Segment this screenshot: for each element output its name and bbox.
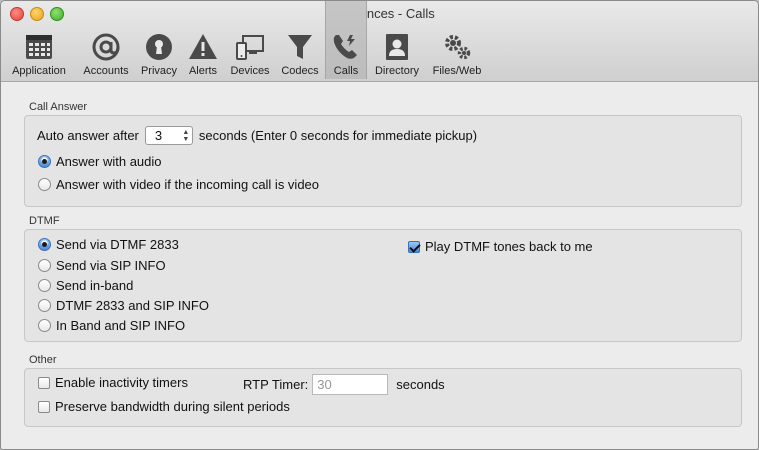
in-band-option[interactable]: Send in-band: [38, 278, 133, 293]
phone-icon: [333, 35, 357, 59]
call-answer-section-label: Call Answer: [29, 101, 88, 113]
in-band-and-sip-info-radio[interactable]: [38, 319, 51, 332]
warning-icon: [189, 34, 217, 59]
answer-with-video-option[interactable]: Answer with video if the incoming call i…: [38, 177, 319, 192]
play-dtmf-tones-label: Play DTMF tones back to me: [425, 239, 593, 254]
preserve-bandwidth-option[interactable]: Preserve bandwidth during silent periods: [38, 399, 290, 414]
title-bar: Preferences - Calls Application Accounts…: [1, 1, 758, 82]
window-title: Preferences - Calls: [324, 6, 435, 21]
play-dtmf-tones-checkbox[interactable]: [408, 240, 420, 253]
tab-codecs[interactable]: Codecs: [278, 29, 322, 79]
play-dtmf-tones-option[interactable]: Play DTMF tones back to me: [408, 239, 593, 254]
auto-answer-stepper[interactable]: 3 ▲ ▼: [144, 126, 193, 145]
preserve-bandwidth-checkbox[interactable]: [38, 400, 50, 413]
tab-application[interactable]: Application: [6, 29, 72, 79]
auto-answer-row: Auto answer after 3 ▲ ▼ seconds (Enter 0 …: [37, 126, 477, 145]
dtmf-group: Send via DTMF 2833 Send via SIP INFO Sen…: [24, 229, 742, 342]
tab-application-label: Application: [12, 65, 66, 77]
inactivity-timers-option[interactable]: Enable inactivity timers: [38, 375, 188, 390]
answer-with-audio-option[interactable]: Answer with audio: [38, 154, 162, 169]
tab-devices-label: Devices: [230, 65, 270, 77]
keyhole-icon: [146, 34, 172, 60]
sip-info-label: Send via SIP INFO: [56, 258, 166, 273]
tab-calls-label: Calls: [333, 65, 359, 77]
dtmf-2833-option[interactable]: Send via DTMF 2833: [38, 237, 179, 252]
in-band-label: Send in-band: [56, 278, 134, 293]
answer-with-video-radio[interactable]: [38, 178, 51, 191]
rtp-timer-label: RTP Timer:: [243, 377, 309, 392]
in-band-and-sip-info-option[interactable]: In Band and SIP INFO: [38, 318, 185, 333]
auto-answer-suffix: seconds (Enter 0 seconds for immediate p…: [198, 128, 478, 143]
dtmf-2833-radio[interactable]: [38, 238, 51, 251]
answer-with-audio-label: Answer with audio: [56, 154, 162, 169]
tab-directory[interactable]: Directory: [369, 29, 425, 79]
tab-alerts-label: Alerts: [188, 65, 218, 77]
in-band-radio[interactable]: [38, 279, 51, 292]
sip-info-radio[interactable]: [38, 259, 51, 272]
auto-answer-prefix: Auto answer after: [37, 128, 139, 143]
calendar-grid-icon: [26, 35, 52, 59]
tab-files-web[interactable]: Files/Web: [429, 29, 485, 79]
stepper-arrows-icon[interactable]: ▲ ▼: [180, 129, 192, 143]
inactivity-timers-checkbox[interactable]: [38, 376, 50, 389]
dtmf-2833-and-sip-info-radio[interactable]: [38, 299, 51, 312]
tab-privacy[interactable]: Privacy: [138, 29, 180, 79]
at-sign-icon: [92, 33, 120, 61]
preserve-bandwidth-label: Preserve bandwidth during silent periods: [55, 399, 290, 414]
rtp-timer-input[interactable]: [312, 374, 389, 395]
tab-directory-label: Directory: [374, 65, 419, 77]
answer-with-video-label: Answer with video if the incoming call i…: [56, 177, 320, 192]
auto-answer-value: 3: [154, 128, 163, 143]
rtp-timer-row: RTP Timer: seconds: [243, 374, 445, 395]
tab-alerts[interactable]: Alerts: [184, 29, 222, 79]
call-answer-group: Auto answer after 3 ▲ ▼ seconds (Enter 0 …: [24, 115, 742, 207]
tab-calls[interactable]: Calls: [325, 1, 367, 79]
sip-info-option[interactable]: Send via SIP INFO: [38, 258, 166, 273]
dtmf-2833-and-sip-info-option[interactable]: DTMF 2833 and SIP INFO: [38, 298, 209, 313]
answer-with-audio-radio[interactable]: [38, 155, 51, 168]
dtmf-2833-label: Send via DTMF 2833: [56, 237, 179, 252]
preferences-window: Preferences - Calls Application Accounts…: [0, 0, 759, 450]
tab-codecs-label: Codecs: [281, 65, 319, 77]
in-band-and-sip-info-label: In Band and SIP INFO: [56, 318, 186, 333]
tab-devices[interactable]: Devices: [227, 29, 273, 79]
tab-accounts-label: Accounts: [83, 65, 129, 77]
tab-files-web-label: Files/Web: [432, 65, 482, 77]
tab-accounts[interactable]: Accounts: [78, 29, 134, 79]
tab-privacy-label: Privacy: [140, 65, 178, 77]
devices-icon: [236, 35, 264, 60]
dtmf-section-label: DTMF: [29, 215, 60, 227]
contact-card-icon: [386, 34, 408, 60]
dtmf-2833-and-sip-info-label: DTMF 2833 and SIP INFO: [56, 298, 209, 313]
other-section-label: Other: [29, 354, 57, 366]
other-group: Enable inactivity timers RTP Timer: seco…: [24, 368, 742, 427]
inactivity-timers-label: Enable inactivity timers: [55, 375, 188, 390]
funnel-icon: [288, 35, 312, 59]
rtp-timer-unit: seconds: [396, 377, 445, 392]
gears-icon: [445, 35, 471, 60]
